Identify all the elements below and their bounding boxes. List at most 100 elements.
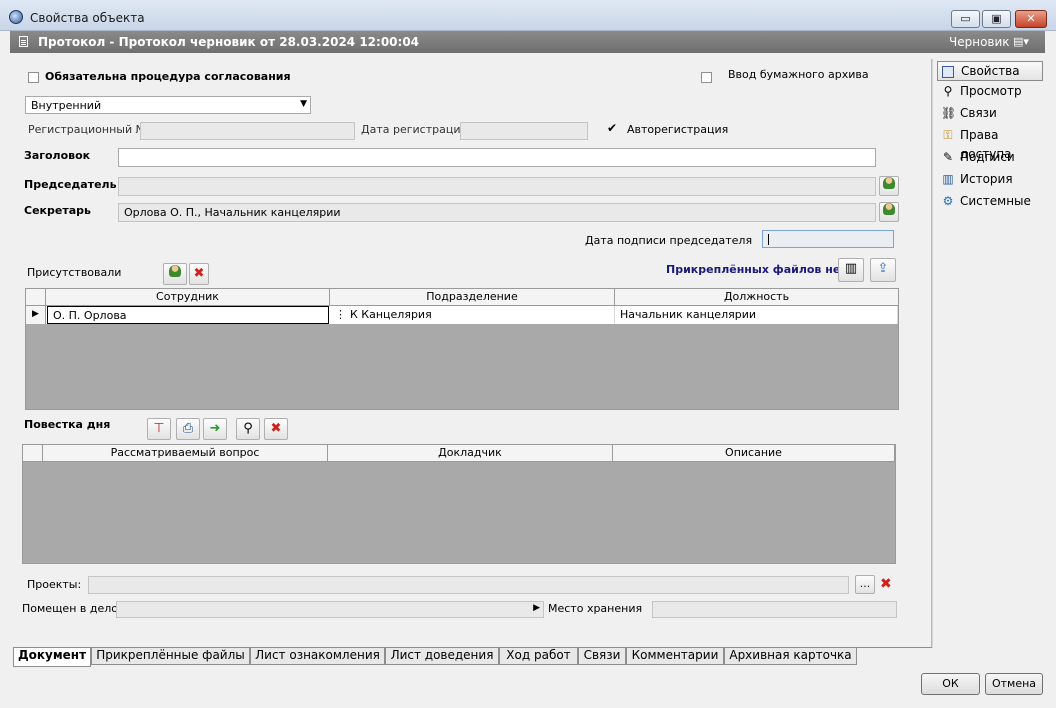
secretary-label: Секретарь bbox=[24, 204, 91, 217]
sidebar-item-history[interactable]: ▥ История bbox=[937, 170, 1043, 190]
person-icon bbox=[883, 203, 895, 215]
secretary-field[interactable]: Орлова О. П., Начальник канцелярии bbox=[118, 203, 876, 222]
tab-document[interactable]: Документ bbox=[13, 648, 91, 667]
reg-date-field[interactable] bbox=[460, 122, 588, 140]
projects-field[interactable] bbox=[88, 576, 849, 594]
sidebar-item-links[interactable]: ⛓ Связи bbox=[937, 104, 1043, 124]
column-header-position[interactable]: Должность bbox=[615, 289, 899, 306]
chevron-right-icon[interactable]: ▶ bbox=[533, 603, 540, 613]
mandatory-approval-label: Обязательна процедура согласования bbox=[45, 70, 291, 83]
remove-attendee-button[interactable]: ✖ bbox=[189, 263, 209, 285]
close-button[interactable]: ✕ bbox=[1015, 10, 1047, 28]
tab-delivery-sheet[interactable]: Лист доведения bbox=[385, 648, 499, 665]
add-agenda-item-button[interactable]: ⊤ bbox=[147, 418, 171, 440]
column-header-question[interactable]: Рассматриваемый вопрос bbox=[43, 445, 328, 462]
chairman-field[interactable] bbox=[118, 177, 876, 196]
projects-label: Проекты: bbox=[27, 578, 82, 591]
sidebar-item-label: История bbox=[960, 172, 1013, 186]
auto-registration-checkbox[interactable]: ✔ bbox=[607, 121, 617, 135]
agenda-grid[interactable]: Рассматриваемый вопрос Докладчик Описани… bbox=[22, 444, 896, 564]
sidebar-item-label: Подписи bbox=[960, 150, 1015, 164]
chairman-sign-date-field[interactable] bbox=[762, 230, 894, 248]
key-icon: ⚿ bbox=[943, 128, 953, 142]
column-header-department[interactable]: Подразделение bbox=[330, 289, 615, 306]
text-cursor bbox=[768, 234, 769, 245]
maximize-button[interactable]: ▣ bbox=[982, 10, 1011, 28]
sidebar-divider bbox=[932, 59, 933, 648]
mandatory-approval-checkbox[interactable] bbox=[28, 72, 39, 83]
properties-icon bbox=[942, 66, 954, 78]
search-agenda-button[interactable]: ⚲ bbox=[236, 418, 260, 440]
column-header-speaker[interactable]: Докладчик bbox=[328, 445, 613, 462]
reg-date-label: Дата регистрации bbox=[361, 123, 468, 136]
placed-in-case-field[interactable]: ▶ bbox=[116, 601, 544, 618]
app-icon bbox=[9, 10, 23, 24]
present-label: Присутствовали bbox=[27, 266, 122, 279]
ok-button[interactable]: ОК bbox=[921, 673, 980, 695]
scan-button[interactable]: ▥ bbox=[838, 258, 864, 282]
cell-employee[interactable]: О. П. Орлова bbox=[47, 306, 329, 324]
sidebar-item-preview[interactable]: ⚲ Просмотр bbox=[937, 82, 1043, 102]
attachments-status: Прикреплённых файлов нет bbox=[666, 263, 847, 276]
magnifier-icon: ⚲ bbox=[943, 84, 953, 98]
document-status: Черновик bbox=[949, 35, 1010, 49]
heading-input[interactable] bbox=[118, 148, 876, 167]
book-icon: ▥ bbox=[942, 172, 954, 186]
link-icon: ⛓ bbox=[941, 106, 957, 120]
document-icon bbox=[19, 36, 28, 47]
reg-number-field[interactable] bbox=[140, 122, 355, 140]
add-person-icon bbox=[169, 265, 181, 277]
column-header-description[interactable]: Описание bbox=[613, 445, 895, 462]
storage-place-field[interactable] bbox=[652, 601, 897, 618]
reg-number-label: Регистрационный № bbox=[28, 123, 148, 136]
table-row[interactable]: ▶ О. П. Орлова ⋮ К Канцелярия Начальник … bbox=[26, 306, 898, 324]
paper-archive-checkbox[interactable] bbox=[701, 72, 712, 83]
remove-agenda-item-button[interactable]: ✖ bbox=[264, 418, 288, 440]
clear-projects-button[interactable]: ✖ bbox=[880, 576, 892, 592]
window-title: Свойства объекта bbox=[30, 11, 145, 25]
chevron-down-icon: ▼ bbox=[300, 99, 307, 109]
status-menu-icon[interactable]: ▤▾ bbox=[1013, 35, 1029, 49]
move-agenda-button[interactable]: ➜ bbox=[203, 418, 227, 440]
tab-archive-card[interactable]: Архивная карточка bbox=[724, 648, 857, 665]
org-structure-icon: ⋮ bbox=[335, 308, 346, 321]
select-secretary-button[interactable] bbox=[879, 202, 899, 222]
sidebar-item-system[interactable]: ⚙ Системные bbox=[937, 192, 1043, 212]
chairman-label: Председатель bbox=[24, 178, 117, 191]
paper-archive-label: Ввод бумажного архива bbox=[728, 68, 869, 81]
sidebar-item-signatures[interactable]: ✎ Подписи bbox=[937, 148, 1043, 168]
tab-work-progress[interactable]: Ход работ bbox=[499, 648, 578, 665]
heading-label: Заголовок bbox=[24, 149, 91, 162]
preview-agenda-button[interactable]: ⎙ bbox=[176, 418, 200, 440]
add-attendee-button[interactable] bbox=[163, 263, 187, 285]
system-icon: ⚙ bbox=[942, 194, 954, 208]
cancel-button[interactable]: Отмена bbox=[985, 673, 1043, 695]
auto-registration-label: Авторегистрация bbox=[627, 123, 729, 136]
current-row-indicator-icon: ▶ bbox=[26, 306, 46, 324]
cell-position[interactable]: Начальник канцелярии bbox=[615, 306, 898, 324]
minimize-button[interactable]: ▭ bbox=[951, 10, 980, 28]
column-header-employee[interactable]: Сотрудник bbox=[46, 289, 330, 306]
document-type-select[interactable]: Внутренний ▼ bbox=[25, 96, 311, 114]
cell-department[interactable]: ⋮ К Канцелярия bbox=[330, 306, 615, 324]
person-icon bbox=[883, 177, 895, 189]
tab-links[interactable]: Связи bbox=[578, 648, 626, 665]
select-chairman-button[interactable] bbox=[879, 176, 899, 196]
chairman-sign-date-label: Дата подписи председателя bbox=[585, 234, 753, 247]
document-header-bar: Протокол - Протокол черновик от 28.03.20… bbox=[10, 31, 1045, 53]
cell-department-text: К Канцелярия bbox=[350, 308, 432, 321]
placed-in-case-label: Помещен в дело bbox=[22, 602, 118, 615]
tab-acquaintance-sheet[interactable]: Лист ознакомления bbox=[250, 648, 385, 665]
document-title: Протокол - Протокол черновик от 28.03.20… bbox=[38, 35, 420, 49]
row-header-cell bbox=[23, 445, 43, 462]
storage-place-label: Место хранения bbox=[548, 602, 643, 615]
tab-attached-files[interactable]: Прикреплённые файлы bbox=[91, 648, 250, 665]
sidebar-item-access-rights[interactable]: ⚿ Права доступа bbox=[937, 126, 1043, 161]
browse-projects-button[interactable]: ... bbox=[855, 575, 875, 594]
attendees-grid[interactable]: Сотрудник Подразделение Должность ▶ О. П… bbox=[25, 288, 899, 410]
sidebar-item-properties[interactable]: Свойства bbox=[937, 61, 1043, 81]
sidebar-item-label: Просмотр bbox=[960, 84, 1022, 98]
upload-button[interactable]: ⇪ bbox=[870, 258, 896, 282]
tab-comments[interactable]: Комментарии bbox=[626, 648, 724, 665]
window-titlebar: Свойства объекта ▭ ▣ ✕ bbox=[0, 0, 1056, 31]
